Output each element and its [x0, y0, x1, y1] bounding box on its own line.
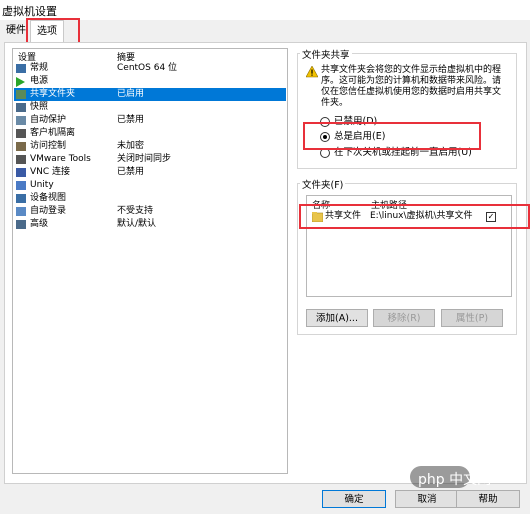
settings-list[interactable]: 设置 摘要 常规 CentOS 64 位电源 共享文件夹 已启用 快照 自动保护 已禁用 客户…: [12, 48, 288, 474]
settings-item[interactable]: 快照: [14, 101, 286, 114]
radio-disabled[interactable]: 已禁用(D): [320, 116, 500, 128]
settings-item-summary: 已禁用: [117, 167, 145, 177]
cancel-button[interactable]: 取消: [395, 490, 459, 508]
tab-hardware[interactable]: 硬件: [2, 22, 30, 40]
radio-always-enabled[interactable]: 总是启用(E): [320, 131, 500, 143]
window-title: 虚拟机设置: [2, 5, 57, 18]
settings-item-label: 访问控制: [30, 141, 67, 151]
general-icon: [16, 64, 26, 73]
radio-circle: [320, 132, 330, 142]
sharing-warning: 共享文件夹会将您的文件显示给虚拟机中的程序。这可能为您的计算机和数据带来风险。请…: [321, 65, 502, 108]
settings-item-label: 自动保护: [30, 115, 67, 125]
settings-item-summary: 关闭时间同步: [117, 154, 172, 164]
device-view-icon: [16, 194, 26, 203]
settings-item-summary: 未加密: [117, 141, 145, 151]
unity-icon: [16, 181, 26, 190]
settings-item[interactable]: 电源: [14, 75, 286, 88]
settings-item[interactable]: 自动保护 已禁用: [14, 114, 286, 127]
vmware-tools-icon: [16, 155, 26, 164]
folder-enabled-checkbox[interactable]: ✓: [486, 212, 496, 222]
settings-item-label: 电源: [30, 76, 49, 86]
settings-item-label: 客户机隔离: [30, 128, 76, 138]
folders-legend: 文件夹(F): [300, 177, 346, 191]
autoprotect-icon: [16, 116, 26, 125]
add-folder-button[interactable]: 添加(A)...: [306, 309, 368, 327]
warning-icon: [306, 66, 318, 78]
settings-item[interactable]: 访问控制 未加密: [14, 140, 286, 153]
vnc-icon: [16, 168, 26, 177]
settings-item[interactable]: 常规 CentOS 64 位: [14, 62, 286, 75]
snapshot-icon: [16, 103, 26, 112]
isolation-icon: [16, 129, 26, 138]
radio-circle: [320, 148, 330, 158]
settings-item-summary: 已启用: [117, 89, 145, 99]
folder-name: 共享文件: [325, 211, 362, 221]
access-control-icon: [16, 142, 26, 151]
settings-item-summary: 不受支持: [117, 206, 154, 216]
settings-item-summary: 已禁用: [117, 115, 145, 125]
settings-item[interactable]: Unity: [14, 179, 286, 192]
list-header: 设置 摘要: [13, 49, 287, 63]
settings-item[interactable]: VMware Tools 关闭时间同步: [14, 153, 286, 166]
radio-circle: [320, 117, 330, 127]
radio-label: 总是启用(E): [334, 131, 386, 142]
settings-item[interactable]: 高级 默认/默认: [14, 218, 286, 231]
settings-item[interactable]: 客户机隔离: [14, 127, 286, 140]
ok-button[interactable]: 确定: [322, 490, 386, 508]
watermark: php 中文网: [418, 472, 492, 488]
autologin-icon: [16, 207, 26, 216]
radio-label: 在下次关机或挂起前一直启用(U): [334, 147, 472, 158]
shared-folder-icon: [16, 90, 26, 99]
settings-item-label: Unity: [30, 180, 54, 190]
settings-item[interactable]: 共享文件夹 已启用: [14, 88, 286, 101]
settings-item[interactable]: VNC 连接 已禁用: [14, 166, 286, 179]
settings-item-label: 自动登录: [30, 206, 67, 216]
settings-item-label: 高级: [30, 219, 49, 229]
folder-path: E:\linux\虚拟机\共享文件: [370, 211, 473, 221]
folder-row[interactable]: 共享文件 E:\linux\虚拟机\共享文件 ✓: [308, 209, 510, 224]
power-play-icon: [16, 77, 25, 87]
settings-item[interactable]: 设备视图: [14, 192, 286, 205]
title-bar: 虚拟机设置: [0, 0, 530, 20]
remove-folder-button[interactable]: 移除(R): [373, 309, 435, 327]
settings-item-label: VNC 连接: [30, 167, 71, 177]
settings-item-label: 常规: [30, 63, 49, 73]
settings-item-label: 快照: [30, 102, 49, 112]
folders-table[interactable]: 名称 主机路径 共享文件 E:\linux\虚拟机\共享文件 ✓: [306, 195, 512, 297]
folder-properties-button[interactable]: 属性(P): [441, 309, 503, 327]
settings-item-summary: 默认/默认: [117, 219, 157, 229]
help-button[interactable]: 帮助: [456, 490, 520, 508]
tab-options[interactable]: 选项: [30, 20, 64, 43]
tab-strip: 硬件 选项: [0, 20, 530, 43]
advanced-icon: [16, 220, 26, 229]
folder-icon: [312, 212, 323, 222]
settings-item-label: 共享文件夹: [30, 89, 76, 99]
settings-item-summary: CentOS 64 位: [117, 63, 178, 73]
settings-item[interactable]: 自动登录 不受支持: [14, 205, 286, 218]
radio-label: 已禁用(D): [334, 116, 378, 127]
sharing-legend: 文件夹共享: [300, 47, 352, 61]
settings-item-label: VMware Tools: [30, 154, 91, 164]
radio-until-shutdown[interactable]: 在下次关机或挂起前一直启用(U): [320, 147, 500, 159]
settings-item-label: 设备视图: [30, 193, 67, 203]
